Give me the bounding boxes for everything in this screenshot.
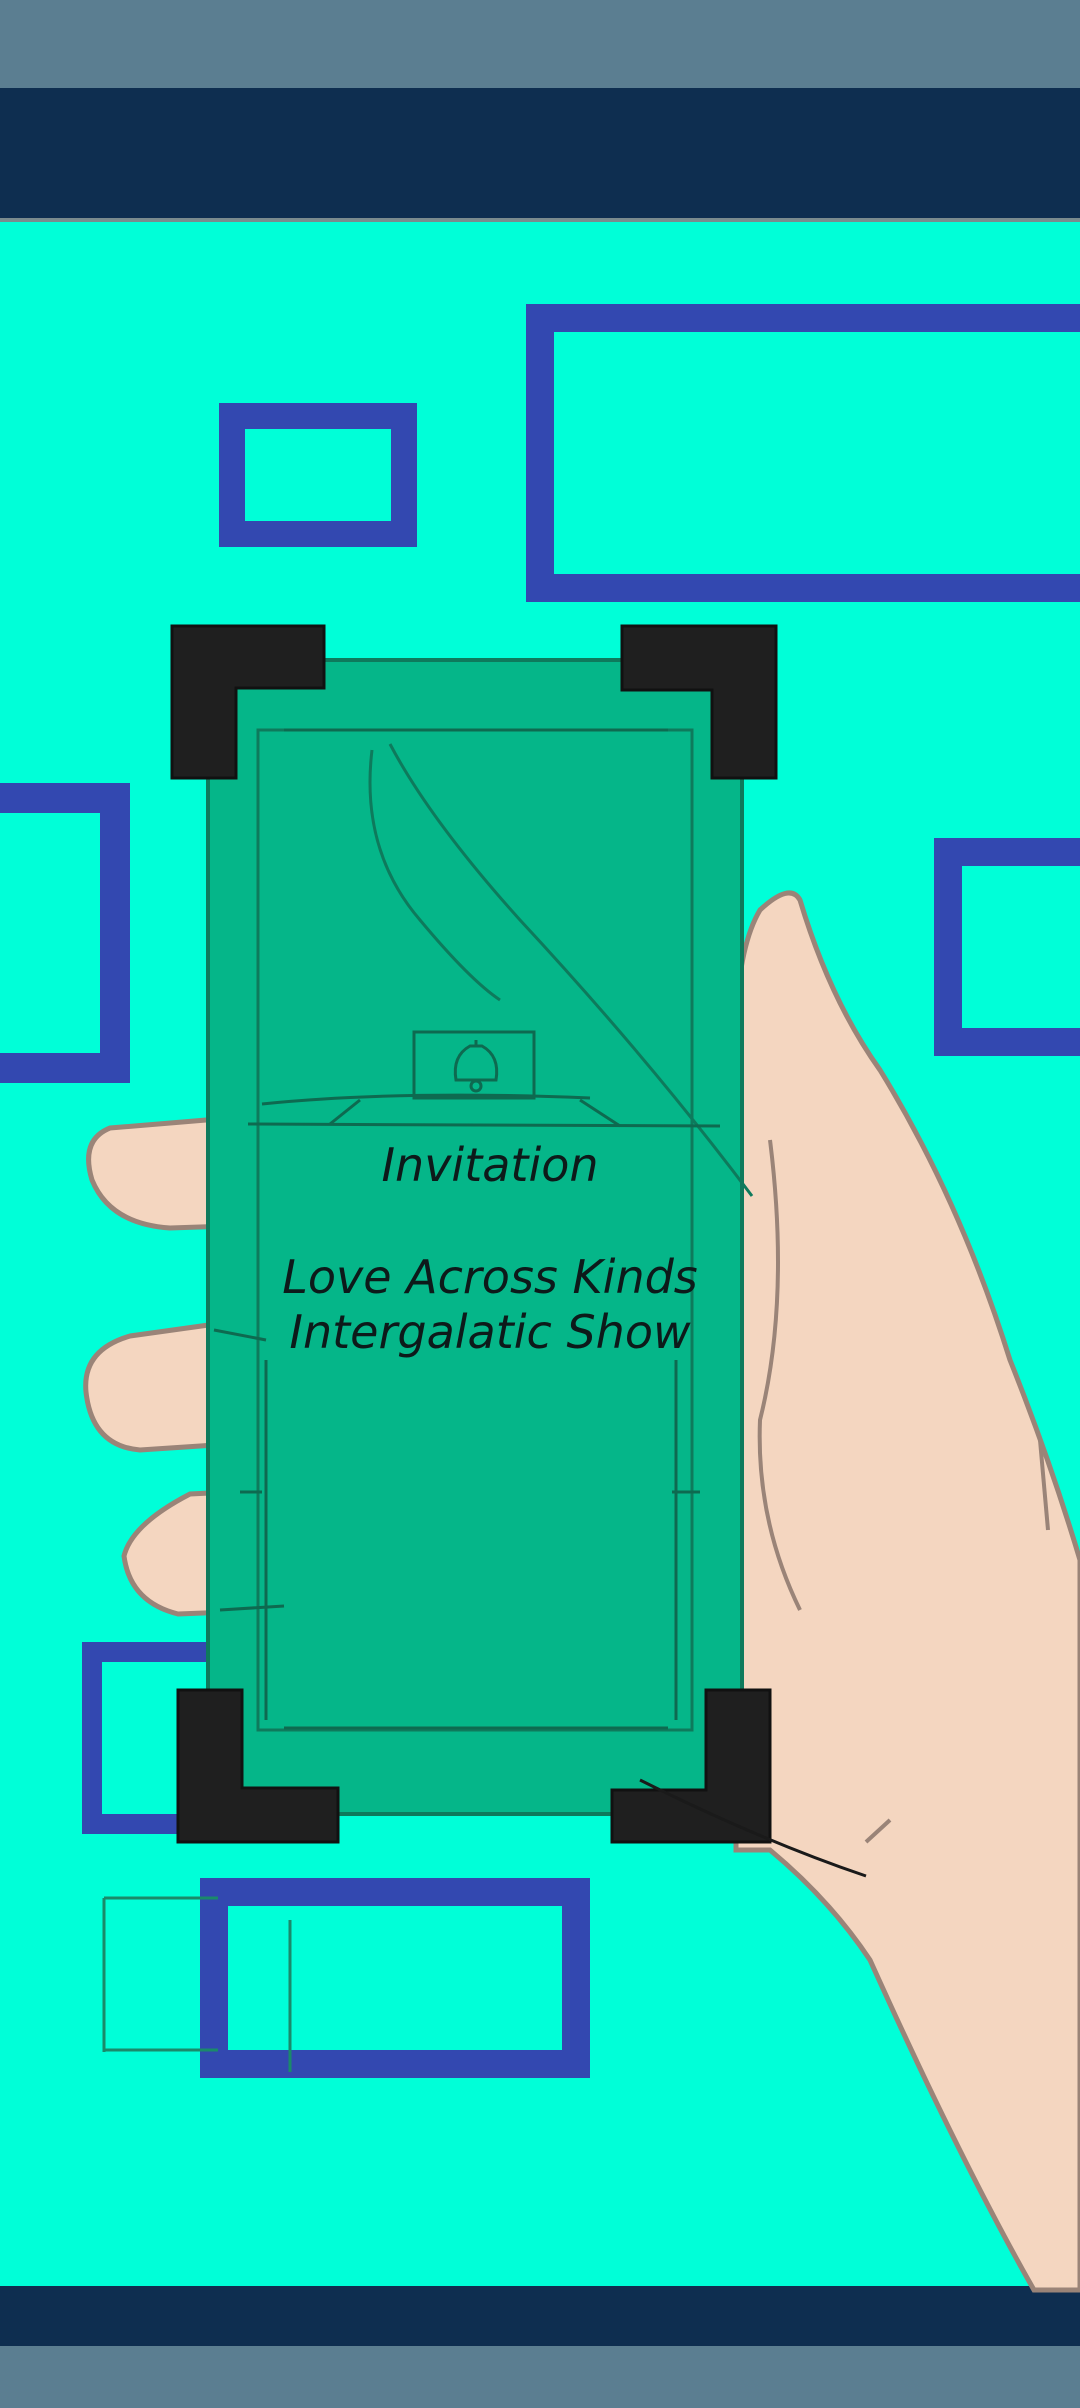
frame-large-top-right	[526, 304, 1080, 602]
invitation-title-line2: Intergalatic Show	[289, 1305, 691, 1359]
frame-bottom	[200, 1878, 590, 2078]
invitation-title-line1: Love Across Kinds	[282, 1250, 698, 1304]
phone-screen	[206, 658, 744, 1816]
frame-small-top	[219, 403, 417, 547]
sketch-lines	[102, 1896, 292, 2072]
frame-left-mid	[0, 783, 130, 1083]
invitation-heading: Invitation	[381, 1138, 599, 1192]
phone-card	[206, 658, 754, 1816]
frame-right-mid	[934, 838, 1080, 1056]
illustration	[0, 304, 1080, 2293]
hand	[732, 890, 1080, 2293]
